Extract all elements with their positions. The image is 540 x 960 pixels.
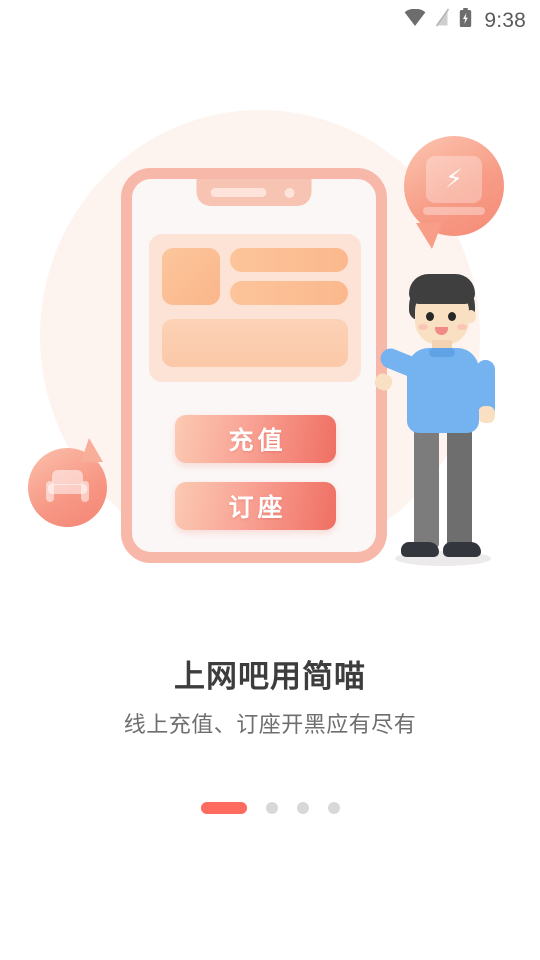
status-bar: 9:38 — [0, 0, 540, 40]
recharge-button[interactable]: 充值 — [175, 415, 336, 463]
content-card — [149, 234, 361, 382]
collar — [429, 348, 455, 357]
blush-left — [418, 324, 428, 330]
eye-right — [448, 312, 456, 321]
signal-off-icon — [435, 8, 450, 32]
monitor-lightning-icon: ⚡ — [426, 156, 482, 203]
phone-mockup: 充值 订座 — [121, 168, 387, 563]
armchair-icon — [46, 470, 89, 505]
chair-back — [52, 470, 83, 485]
battery-charging-icon — [459, 7, 472, 33]
leg-left — [414, 424, 439, 548]
leg-right — [447, 424, 472, 548]
hand-right — [478, 406, 495, 423]
pagination-dot-4[interactable] — [327, 802, 340, 814]
bubble-tail — [416, 223, 442, 249]
standing-person — [372, 274, 499, 574]
eye-left — [426, 312, 434, 321]
shoe-left — [401, 542, 439, 557]
lightning-glyph: ⚡ — [445, 165, 463, 193]
onboarding-screen: 9:38 充值 订座 ⚡ 上网吧用简喵 线上充值、订座开黑应有尽有 — [0, 0, 540, 960]
pagination-dot-2[interactable] — [265, 802, 278, 814]
page-subtitle: 线上充值、订座开黑应有尽有 — [123, 712, 417, 737]
seat-bubble — [28, 438, 107, 527]
wifi-icon — [404, 8, 426, 32]
hair-top — [409, 274, 475, 304]
camera-dot-icon — [284, 188, 295, 198]
reserve-button[interactable]: 订座 — [175, 482, 336, 530]
chair-arm-right — [81, 481, 89, 502]
card-text-line — [230, 248, 348, 272]
phone-notch — [196, 179, 312, 206]
pagination-dot-1[interactable] — [200, 802, 247, 814]
card-block-placeholder — [162, 319, 348, 367]
blush-right — [457, 324, 467, 330]
ear — [466, 310, 476, 323]
page-title: 上网吧用简喵 — [174, 659, 366, 694]
onboarding-illustration: 充值 订座 ⚡ — [0, 96, 540, 596]
pagination-dots — [0, 802, 540, 814]
monitor-base-icon — [423, 207, 485, 215]
card-avatar-placeholder — [162, 248, 220, 305]
bubble-tail — [81, 438, 103, 462]
status-time: 9:38 — [484, 8, 526, 32]
shoe-right — [443, 542, 481, 557]
pagination-dot-3[interactable] — [296, 802, 309, 814]
chair-arm-left — [46, 481, 54, 502]
card-text-line — [230, 281, 348, 305]
computer-bubble: ⚡ — [404, 136, 504, 249]
speaker-slot-icon — [210, 188, 267, 197]
